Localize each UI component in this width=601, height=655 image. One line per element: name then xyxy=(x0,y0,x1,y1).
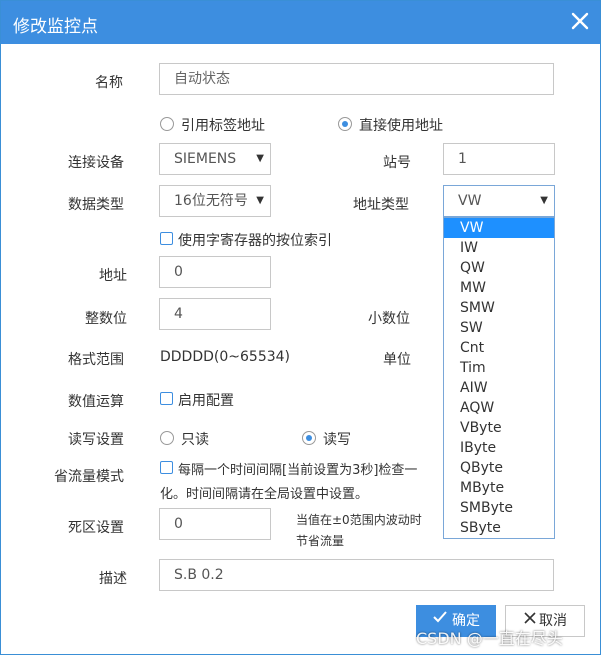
label-read-only: 只读 xyxy=(181,432,209,448)
connection-select-value: SIEMENS xyxy=(174,151,237,167)
deadband-note-line2: 节省流量 xyxy=(296,534,345,548)
station-input[interactable]: 1 xyxy=(443,143,555,175)
label-description: 描述 xyxy=(99,571,127,587)
checkbox-enable-config[interactable] xyxy=(160,392,173,405)
address-input[interactable]: 0 xyxy=(159,256,271,288)
dropdown-option[interactable]: VByte xyxy=(444,418,554,438)
label-name: 名称 xyxy=(95,75,123,91)
label-integer-digits: 整数位 xyxy=(85,311,127,327)
label-numeric-operation: 数值运算 xyxy=(68,394,124,410)
dropdown-option[interactable]: Cnt xyxy=(444,338,554,358)
address-type-dropdown-list: VW IW QW MW SMW SW Cnt Tim AIW AQW VByte IByte QByte… xyxy=(443,217,555,539)
caret-down-icon: ▼ xyxy=(540,195,548,206)
label-reference-tag-address: 引用标签地址 xyxy=(181,118,265,134)
label-traffic-mode: 省流量模式 xyxy=(54,469,124,485)
dialog-title: 修改监控点 xyxy=(13,17,98,37)
data-type-select-value: 16位无符号 xyxy=(174,193,248,209)
radio-read-write[interactable] xyxy=(302,431,316,445)
caret-down-icon: ▼ xyxy=(254,186,264,216)
dropdown-option[interactable]: AQW xyxy=(444,398,554,418)
label-decimal-digits: 小数位 xyxy=(368,311,410,327)
label-direct-address: 直接使用地址 xyxy=(359,118,443,134)
label-word-bit-index: 使用字寄存器的按位索引 xyxy=(178,233,332,249)
dropdown-option[interactable]: IByte xyxy=(444,438,554,458)
radio-direct-address[interactable] xyxy=(338,117,352,131)
watermark: CSDN @一直在尽头 xyxy=(416,629,563,648)
dropdown-option[interactable]: QW xyxy=(444,258,554,278)
label-deadband: 死区设置 xyxy=(68,520,124,536)
label-station: 站号 xyxy=(383,155,411,171)
label-address-type: 地址类型 xyxy=(353,197,409,213)
label-unit: 单位 xyxy=(383,352,411,368)
traffic-mode-text-line2: 化。时间间隔请在全局设置中设置。 xyxy=(160,487,369,502)
dropdown-option[interactable]: AIW xyxy=(444,378,554,398)
label-data-type: 数据类型 xyxy=(68,197,124,213)
label-address: 地址 xyxy=(99,268,127,284)
integer-digits-input[interactable]: 4 xyxy=(159,298,271,330)
label-enable-config: 启用配置 xyxy=(178,393,234,409)
deadband-input[interactable]: 0 xyxy=(159,508,271,540)
dropdown-option[interactable]: SW xyxy=(444,318,554,338)
checkbox-word-bit-index[interactable] xyxy=(160,232,173,245)
deadband-note-line1: 当值在±0范围内波动时 xyxy=(296,513,422,527)
label-read-write: 读写 xyxy=(323,432,351,448)
label-rw-setting: 读写设置 xyxy=(68,432,124,448)
name-input[interactable]: 自动状态 xyxy=(159,63,554,95)
caret-down-icon: ▼ xyxy=(256,153,264,164)
address-type-select[interactable]: VW ▼ xyxy=(443,185,555,217)
dropdown-option[interactable]: MW xyxy=(444,278,554,298)
radio-read-only[interactable] xyxy=(160,431,174,445)
dropdown-option[interactable]: QByte xyxy=(444,458,554,478)
checkbox-traffic-mode[interactable] xyxy=(160,461,173,474)
dialog-titlebar: 修改监控点 xyxy=(1,1,600,44)
label-format-range: 格式范围 xyxy=(68,352,124,368)
dropdown-option[interactable]: VW xyxy=(444,218,554,238)
dropdown-option[interactable]: IW xyxy=(444,238,554,258)
close-icon[interactable] xyxy=(568,9,592,33)
format-range-value: DDDDD(0~65534) xyxy=(160,349,290,365)
dropdown-option[interactable]: Tim xyxy=(444,358,554,378)
edit-monitor-point-dialog: 修改监控点 名称 自动状态 引用标签地址 直接使用地址 连接设备 SIEMENS… xyxy=(0,0,601,655)
traffic-mode-text-line1: 每隔一个时间间隔[当前设置为3秒]检查一 xyxy=(178,463,418,478)
dropdown-option[interactable]: MByte xyxy=(444,478,554,498)
data-type-select[interactable]: 16位无符号 ▼ xyxy=(159,185,271,217)
dropdown-option[interactable]: SMW xyxy=(444,298,554,318)
dropdown-option[interactable]: SMByte xyxy=(444,498,554,518)
description-input[interactable]: S.B 0.2 xyxy=(159,559,554,591)
radio-reference-tag-address[interactable] xyxy=(160,117,174,131)
label-connection: 连接设备 xyxy=(68,155,124,171)
dropdown-option[interactable]: SByte xyxy=(444,518,554,538)
connection-select[interactable]: SIEMENS ▼ xyxy=(159,143,271,175)
address-type-select-value: VW xyxy=(458,193,482,209)
